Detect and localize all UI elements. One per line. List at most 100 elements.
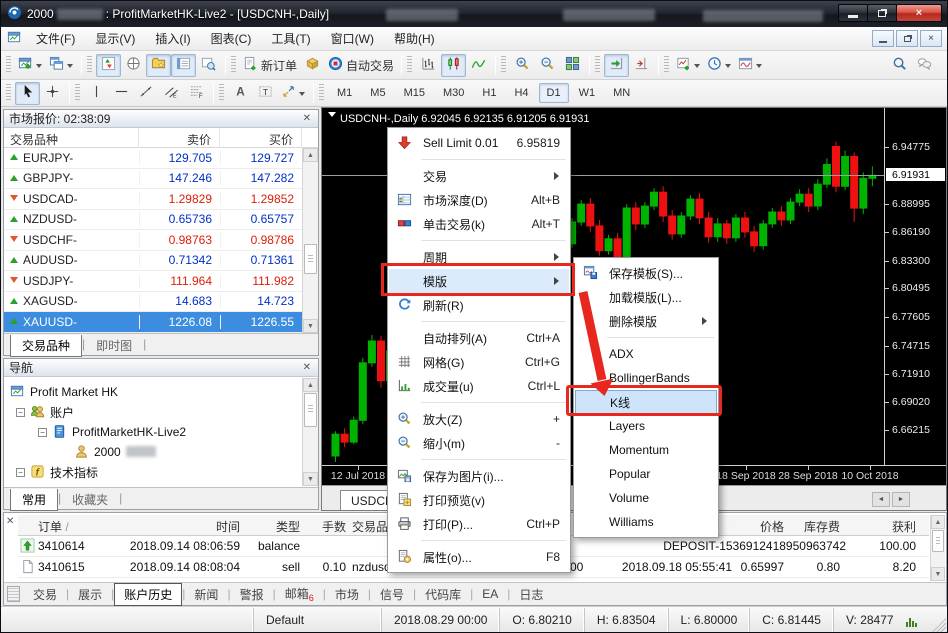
template-menu-加载模版-L-[interactable]: 加载模版(L)... — [575, 285, 717, 309]
close-icon[interactable]: ✕ — [301, 363, 313, 373]
market-watch-row-xauusd[interactable]: XAUUSD-1226.081226.55 — [4, 312, 318, 333]
candle-chart-button[interactable] — [441, 54, 466, 77]
collapse-icon[interactable]: − — [38, 428, 47, 437]
chart-shift-button[interactable] — [629, 54, 654, 77]
toolbar-grip[interactable] — [595, 56, 600, 74]
timeframe-m30[interactable]: M30 — [435, 83, 472, 103]
text-button[interactable]: A — [228, 82, 253, 105]
timeframe-mn[interactable]: MN — [605, 83, 638, 103]
context-menu-单击交易-k-[interactable]: 单击交易(k)Alt+T — [389, 212, 569, 236]
terminal-tab-代码库[interactable]: 代码库 — [416, 583, 470, 606]
market-watch-row-eurjpy[interactable]: EURJPY-129.705129.727 — [4, 148, 318, 169]
channel-button[interactable]: E — [159, 82, 184, 105]
chevron-down-icon[interactable] — [67, 64, 73, 71]
terminal-tab-账户历史[interactable]: 账户历史 — [114, 583, 182, 606]
menu-item-插入I[interactable]: 插入(I) — [145, 26, 200, 51]
tree-item-Profit-Market-HK[interactable]: Profit Market HK — [4, 382, 318, 402]
mdi-restore-button[interactable] — [896, 30, 918, 47]
template-menu-删除模版[interactable]: 删除模版 — [575, 309, 717, 333]
zoom-out-button[interactable] — [535, 54, 560, 77]
context-menu-周期[interactable]: 周期 — [389, 245, 569, 269]
menu-item-帮助H[interactable]: 帮助(H) — [384, 26, 445, 51]
auto-scroll-button[interactable] — [604, 54, 629, 77]
market-watch-row-usdjpy[interactable]: USDJPY-111.964111.982 — [4, 271, 318, 292]
close-icon[interactable]: ✕ — [6, 516, 14, 527]
scroll-down-icon[interactable]: ▼ — [303, 472, 318, 486]
market-watch-row-xagusd[interactable]: XAGUSD-14.68314.723 — [4, 292, 318, 313]
chevron-down-icon[interactable] — [756, 64, 762, 71]
terminal-tab-展示[interactable]: 展示 — [69, 583, 111, 606]
context-menu-模版[interactable]: 模版 — [389, 269, 569, 293]
toolbar-grip[interactable] — [501, 56, 506, 74]
template-menu-保存模板-S-[interactable]: 保存模板(S)... — [575, 261, 717, 285]
trendline-button[interactable] — [134, 82, 159, 105]
search-button[interactable] — [887, 54, 912, 77]
context-menu-成交量-u-[interactable]: 成交量(u)Ctrl+L — [389, 374, 569, 398]
tile-windows-button[interactable] — [560, 54, 585, 77]
scroll-up-icon[interactable]: ▲ — [931, 515, 945, 529]
terminal-tab-日志[interactable]: 日志 — [510, 583, 552, 606]
terminal-tab-警报[interactable]: 警报 — [231, 583, 273, 606]
template-menu-Volume[interactable]: Volume — [575, 486, 717, 510]
context-menu-保存为图片-i-[interactable]: 保存为图片(i)... — [389, 464, 569, 488]
navigator-tab-常用[interactable]: 常用 — [10, 489, 58, 511]
chart-profiles-button[interactable] — [46, 54, 77, 77]
template-menu-ADX[interactable]: ADX — [575, 342, 717, 366]
menu-item-工具T[interactable]: 工具(T) — [261, 26, 320, 51]
timeframe-w1[interactable]: W1 — [571, 83, 604, 103]
toolbar-grip[interactable] — [219, 84, 224, 102]
data-window-button[interactable] — [121, 54, 146, 77]
chevron-down-icon[interactable] — [299, 92, 305, 99]
market-watch-row-gbpjpy[interactable]: GBPJPY-147.246147.282 — [4, 169, 318, 190]
template-menu-Williams[interactable]: Williams — [575, 510, 717, 534]
market-watch-row-nzdusd[interactable]: NZDUSD-0.657360.65757 — [4, 210, 318, 231]
metaeditor-button[interactable] — [300, 54, 325, 77]
scroll-down-icon[interactable]: ▼ — [931, 567, 945, 581]
column-header-2[interactable]: 买价 — [220, 128, 302, 148]
community-button[interactable] — [912, 54, 937, 77]
template-menu-BollingerBands[interactable]: BollingerBands — [575, 366, 717, 390]
chevron-down-icon[interactable] — [328, 112, 336, 121]
context-menu-自动排列-A-[interactable]: 自动排列(A)Ctrl+A — [389, 326, 569, 350]
timeframe-m15[interactable]: M15 — [396, 83, 433, 103]
template-menu-Popular[interactable]: Popular — [575, 462, 717, 486]
market-watch-row-audusd[interactable]: AUDUSD-0.713420.71361 — [4, 251, 318, 272]
column-header-1[interactable]: 卖价 — [139, 128, 220, 148]
navigator-scrollbar[interactable]: ▲ ▼ — [302, 378, 318, 486]
collapse-icon[interactable]: − — [16, 408, 25, 417]
scroll-down-icon[interactable]: ▼ — [303, 319, 318, 333]
toolbar-grip[interactable] — [319, 84, 324, 102]
timeframe-h1[interactable]: H1 — [474, 83, 504, 103]
scrollbar-thumb[interactable] — [932, 530, 944, 552]
column-header-0[interactable]: 交易品种 — [4, 128, 139, 148]
context-menu-放大-Z-[interactable]: 放大(Z)+ — [389, 407, 569, 431]
scroll-up-icon[interactable]: ▲ — [303, 378, 318, 392]
mdi-close-button[interactable]: × — [920, 30, 942, 47]
navigator-button[interactable] — [146, 54, 171, 77]
toolbar-grip[interactable] — [231, 56, 236, 74]
menu-item-图表C[interactable]: 图表(C) — [201, 26, 262, 51]
new-order-button[interactable]: 新订单 — [240, 54, 300, 77]
terminal-tab-交易[interactable]: 交易 — [24, 583, 66, 606]
context-menu-缩小-m-[interactable]: 缩小(m)- — [389, 431, 569, 455]
market-watch-tab-即时图[interactable]: 即时图 — [85, 335, 143, 356]
toolbar-grip[interactable] — [6, 56, 11, 74]
market-watch-row-usdchf[interactable]: USDCHF-0.987630.98786 — [4, 230, 318, 251]
scroll-left-icon[interactable]: ◄ — [872, 492, 890, 507]
crosshair-button[interactable] — [40, 82, 65, 105]
collapse-icon[interactable]: − — [16, 468, 25, 477]
text-label-button[interactable]: T — [253, 82, 278, 105]
arrows-button[interactable] — [278, 82, 309, 105]
tree-item-技术指标[interactable]: −f技术指标 — [4, 462, 318, 482]
resize-grip[interactable] — [932, 618, 946, 632]
terminal-tab-信号[interactable]: 信号 — [371, 583, 413, 606]
profile-name[interactable]: Default — [253, 608, 381, 632]
context-menu-交易[interactable]: 交易 — [389, 164, 569, 188]
strategy-tester-button[interactable] — [196, 54, 221, 77]
toolbar-grip[interactable] — [87, 56, 92, 74]
scroll-right-icon[interactable]: ► — [892, 492, 910, 507]
zoom-in-button[interactable] — [510, 54, 535, 77]
template-menu-Layers[interactable]: Layers — [575, 414, 717, 438]
chevron-down-icon[interactable] — [725, 64, 731, 71]
context-menu-属性-o-[interactable]: 属性(o)...F8 — [389, 545, 569, 569]
